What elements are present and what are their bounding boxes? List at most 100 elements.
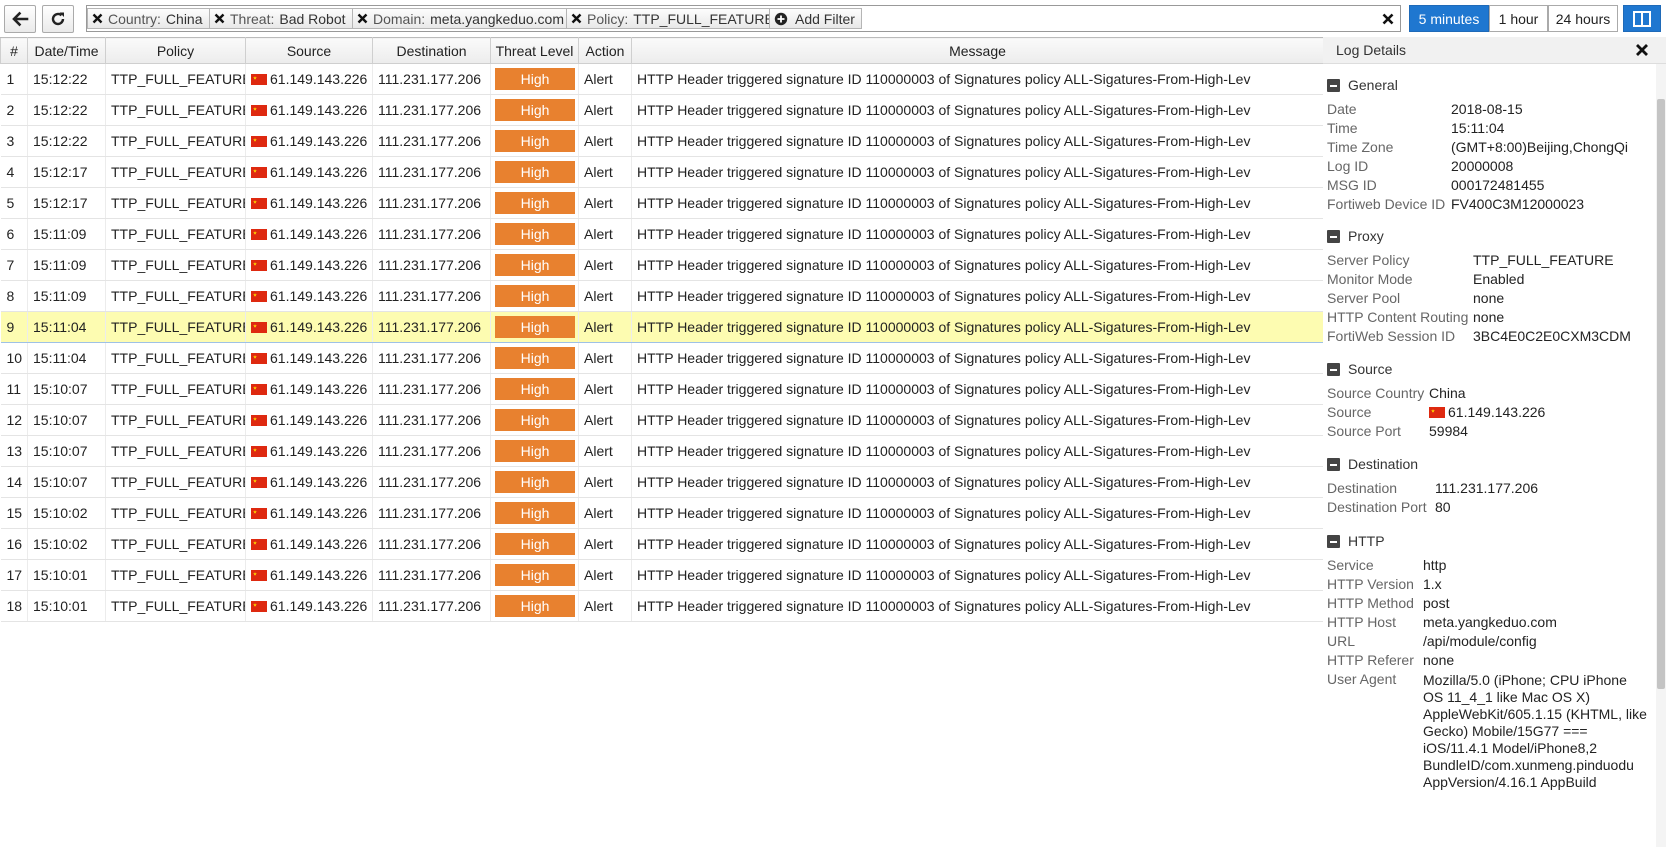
china-flag-icon — [251, 384, 267, 395]
threat-level-badge: High — [495, 285, 575, 307]
range-1-hour[interactable]: 1 hour — [1489, 5, 1548, 32]
row-destination: 111.231.177.206 — [372, 249, 491, 281]
table-row[interactable]: 16 15:10:02 TTP_FULL_FEATURE 61.149.143.… — [0, 528, 1324, 560]
filter-chip-threat[interactable]: Threat: Bad Robot — [209, 8, 353, 29]
row-number: 10 — [0, 342, 28, 374]
detail-label: HTTP Version — [1327, 576, 1414, 592]
threat-level-badge: High — [495, 254, 575, 276]
details-scrollbar[interactable] — [1656, 64, 1666, 847]
row-message: HTTP Header triggered signature ID 11000… — [631, 497, 1324, 529]
section-toggle[interactable]: Destination — [1327, 456, 1418, 472]
table-row[interactable]: 9 15:11:04 TTP_FULL_FEATURE 61.149.143.2… — [0, 311, 1324, 343]
toggle-details-panel-button[interactable] — [1623, 5, 1661, 32]
table-row[interactable]: 18 15:10:01 TTP_FULL_FEATURE 61.149.143.… — [0, 590, 1324, 622]
row-number: 8 — [0, 280, 28, 312]
row-action: Alert — [578, 249, 632, 281]
col-header-message[interactable]: Message — [631, 37, 1324, 64]
row-destination: 111.231.177.206 — [372, 435, 491, 467]
col-header-destination[interactable]: Destination — [372, 37, 491, 64]
table-row[interactable]: 17 15:10:01 TTP_FULL_FEATURE 61.149.143.… — [0, 559, 1324, 591]
section-toggle[interactable]: Proxy — [1327, 228, 1384, 244]
table-body: 1 15:12:22 TTP_FULL_FEATURE 61.149.143.2… — [0, 63, 1324, 622]
table-row[interactable]: 4 15:12:17 TTP_FULL_FEATURE 61.149.143.2… — [0, 156, 1324, 188]
filter-chip-country[interactable]: Country: China — [87, 8, 210, 29]
row-number: 13 — [0, 435, 28, 467]
row-source-ip: 61.149.143.226 — [270, 567, 368, 583]
table-row[interactable]: 5 15:12:17 TTP_FULL_FEATURE 61.149.143.2… — [0, 187, 1324, 219]
plus-circle-icon — [774, 12, 788, 25]
row-action: Alert — [578, 156, 632, 188]
col-header-number[interactable]: # — [0, 37, 28, 64]
table-row[interactable]: 7 15:11:09 TTP_FULL_FEATURE 61.149.143.2… — [0, 249, 1324, 281]
add-filter-button[interactable]: Add Filter — [769, 8, 862, 29]
row-source: 61.149.143.226 — [245, 311, 373, 343]
remove-filter-icon[interactable] — [90, 9, 105, 28]
filter-chip-domain[interactable]: Domain: meta.yangkeduo.com — [352, 8, 571, 29]
detail-value: 80 — [1435, 499, 1451, 515]
remove-filter-icon[interactable] — [569, 9, 584, 28]
table-row[interactable]: 10 15:11:04 TTP_FULL_FEATURE 61.149.143.… — [0, 342, 1324, 374]
clear-filters-icon[interactable] — [1379, 10, 1397, 28]
row-threat-level: High — [490, 156, 579, 188]
row-message: HTTP Header triggered signature ID 11000… — [631, 342, 1324, 374]
table-row[interactable]: 12 15:10:07 TTP_FULL_FEATURE 61.149.143.… — [0, 404, 1324, 436]
scrollbar-thumb[interactable] — [1657, 99, 1665, 689]
china-flag-icon — [251, 570, 267, 581]
filter-bar[interactable]: Country: China Threat: Bad Robot Domain:… — [86, 5, 1401, 32]
table-row[interactable]: 15 15:10:02 TTP_FULL_FEATURE 61.149.143.… — [0, 497, 1324, 529]
threat-level-badge: High — [495, 347, 575, 369]
section-toggle[interactable]: HTTP — [1327, 533, 1385, 549]
china-flag-icon — [1429, 407, 1445, 418]
table-row[interactable]: 6 15:11:09 TTP_FULL_FEATURE 61.149.143.2… — [0, 218, 1324, 250]
china-flag-icon — [251, 167, 267, 178]
col-header-threat-level[interactable]: Threat Level — [490, 37, 579, 64]
row-threat-level: High — [490, 187, 579, 219]
detail-label: HTTP Host — [1327, 614, 1396, 630]
col-header-policy[interactable]: Policy — [105, 37, 246, 64]
filter-value: meta.yangkeduo.com — [430, 10, 564, 27]
detail-value: 1.x — [1423, 576, 1442, 592]
filter-chip-policy[interactable]: Policy: TTP_FULL_FEATURE — [566, 8, 781, 29]
table-row[interactable]: 3 15:12:22 TTP_FULL_FEATURE 61.149.143.2… — [0, 125, 1324, 157]
detail-label: Destination — [1327, 480, 1398, 496]
row-policy: TTP_FULL_FEATURE — [105, 559, 246, 591]
col-header-source[interactable]: Source — [245, 37, 373, 64]
table-row[interactable]: 11 15:10:07 TTP_FULL_FEATURE 61.149.143.… — [0, 373, 1324, 405]
row-action: Alert — [578, 373, 632, 405]
row-source-ip: 61.149.143.226 — [270, 536, 368, 552]
collapse-icon — [1327, 78, 1340, 92]
remove-filter-icon[interactable] — [355, 9, 370, 28]
close-icon[interactable] — [1635, 43, 1649, 57]
row-policy: TTP_FULL_FEATURE — [105, 156, 246, 188]
row-source-ip: 61.149.143.226 — [270, 319, 368, 335]
threat-level-badge: High — [495, 223, 575, 245]
col-header-datetime[interactable]: Date/Time — [27, 37, 106, 64]
table-row[interactable]: 14 15:10:07 TTP_FULL_FEATURE 61.149.143.… — [0, 466, 1324, 498]
section-toggle[interactable]: Source — [1327, 361, 1392, 377]
detail-label: HTTP Content Routing — [1327, 309, 1469, 325]
arrow-left-icon — [12, 11, 29, 27]
section-toggle[interactable]: General — [1327, 77, 1398, 93]
row-policy: TTP_FULL_FEATURE — [105, 125, 246, 157]
col-header-action[interactable]: Action — [578, 37, 632, 64]
range-24-hours[interactable]: 24 hours — [1548, 5, 1618, 32]
remove-filter-icon[interactable] — [212, 9, 227, 28]
table-row[interactable]: 1 15:12:22 TTP_FULL_FEATURE 61.149.143.2… — [0, 63, 1324, 95]
detail-label: Destination Port — [1327, 499, 1427, 515]
row-policy: TTP_FULL_FEATURE — [105, 590, 246, 622]
range-5-minutes[interactable]: 5 minutes — [1409, 5, 1489, 32]
row-source: 61.149.143.226 — [245, 187, 373, 219]
refresh-button[interactable] — [42, 5, 74, 33]
detail-label: FortiWeb Session ID — [1327, 328, 1456, 344]
row-destination: 111.231.177.206 — [372, 187, 491, 219]
row-action: Alert — [578, 435, 632, 467]
china-flag-icon — [251, 105, 267, 116]
table-row[interactable]: 2 15:12:22 TTP_FULL_FEATURE 61.149.143.2… — [0, 94, 1324, 126]
table-row[interactable]: 8 15:11:09 TTP_FULL_FEATURE 61.149.143.2… — [0, 280, 1324, 312]
back-button[interactable] — [4, 5, 36, 33]
row-policy: TTP_FULL_FEATURE — [105, 497, 246, 529]
row-source: 61.149.143.226 — [245, 559, 373, 591]
row-policy: TTP_FULL_FEATURE — [105, 435, 246, 467]
table-row[interactable]: 13 15:10:07 TTP_FULL_FEATURE 61.149.143.… — [0, 435, 1324, 467]
row-action: Alert — [578, 218, 632, 250]
